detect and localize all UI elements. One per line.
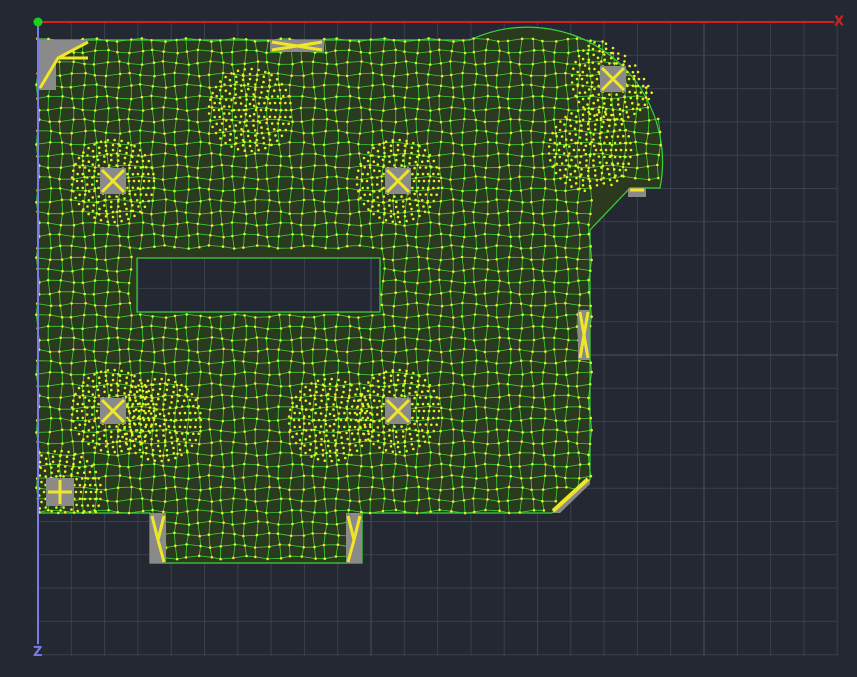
column-support[interactable] bbox=[46, 478, 74, 506]
wall-support-right[interactable] bbox=[578, 310, 590, 360]
column-support[interactable] bbox=[600, 66, 626, 92]
column-support[interactable] bbox=[100, 398, 126, 424]
column-support[interactable] bbox=[385, 168, 411, 194]
origin-point[interactable] bbox=[33, 17, 43, 27]
wall-support-bottom-right[interactable] bbox=[346, 513, 362, 563]
column-support[interactable] bbox=[385, 398, 411, 424]
wall-support-top[interactable] bbox=[270, 40, 324, 52]
wall-support-right-edge[interactable] bbox=[628, 188, 646, 197]
wall-support-bottom-left[interactable] bbox=[150, 513, 166, 563]
z-axis-label: Z bbox=[33, 645, 42, 660]
column-support[interactable] bbox=[100, 168, 126, 194]
x-axis-label: X bbox=[834, 15, 844, 30]
3d-viewport[interactable]: X Z bbox=[0, 0, 857, 677]
